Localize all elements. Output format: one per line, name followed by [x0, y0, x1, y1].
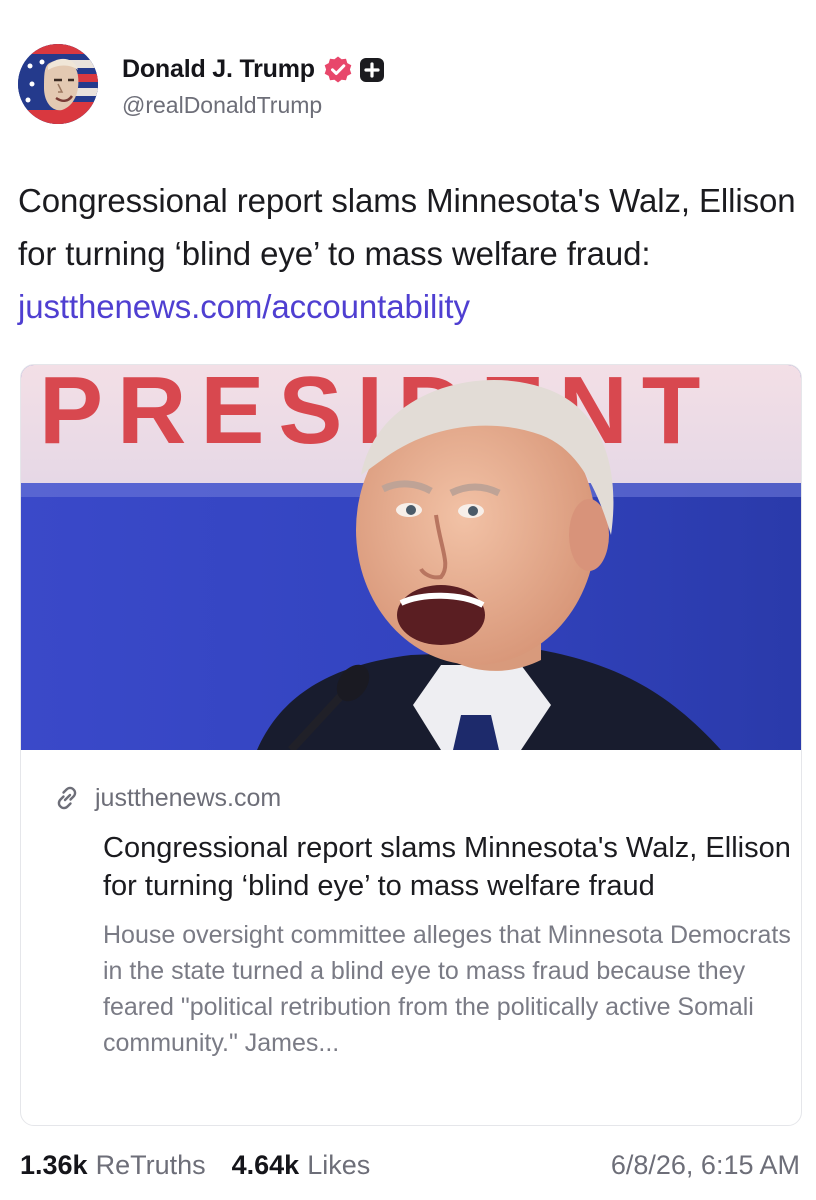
likes-label: Likes: [307, 1149, 371, 1180]
verified-badge-icon: [323, 55, 353, 85]
post-stats: 1.36k ReTruths 4.64k Likes 6/8/26, 6:15 …: [20, 1146, 800, 1184]
card-domain: justthenews.com: [95, 783, 282, 812]
avatar-image: [18, 44, 98, 124]
author-handle[interactable]: @realDonaldTrump: [122, 92, 385, 119]
display-name[interactable]: Donald J. Trump: [122, 55, 315, 84]
link-icon: [53, 784, 81, 812]
plus-badge-icon: [359, 57, 385, 83]
post-timestamp[interactable]: 6/8/26, 6:15 AM: [611, 1150, 800, 1181]
likes-stat[interactable]: 4.64k Likes: [232, 1150, 371, 1181]
card-meta: justthenews.com Congressional report sla…: [53, 783, 791, 1061]
retruths-stat[interactable]: 1.36k ReTruths: [20, 1150, 206, 1181]
post-header: Donald J. Trump @realDonaldTrump: [18, 42, 385, 126]
card-image: PRESIDENT: [21, 365, 801, 750]
retruths-label: ReTruths: [95, 1149, 206, 1180]
post-link[interactable]: justthenews.com/accountability: [18, 288, 470, 325]
author-names: Donald J. Trump @realDonaldTrump: [122, 50, 385, 119]
retruths-count: 1.36k: [20, 1149, 88, 1180]
post-body-text: Congressional report slams Minnesota's W…: [18, 182, 796, 272]
link-preview-card[interactable]: PRESIDENT justthenews.com Congressional …: [20, 364, 802, 1126]
card-domain-row: justthenews.com: [53, 783, 771, 813]
card-description: House oversight committee alleges that M…: [103, 921, 791, 1057]
post-text: Congressional report slams Minnesota's W…: [18, 174, 798, 333]
avatar[interactable]: [18, 44, 98, 124]
likes-count: 4.64k: [231, 1149, 300, 1180]
card-title[interactable]: Congressional report slams Minnesota's W…: [103, 829, 793, 905]
post-screen: Donald J. Trump @realDonaldTrump Congres…: [0, 0, 816, 1200]
name-row: Donald J. Trump: [122, 50, 385, 90]
